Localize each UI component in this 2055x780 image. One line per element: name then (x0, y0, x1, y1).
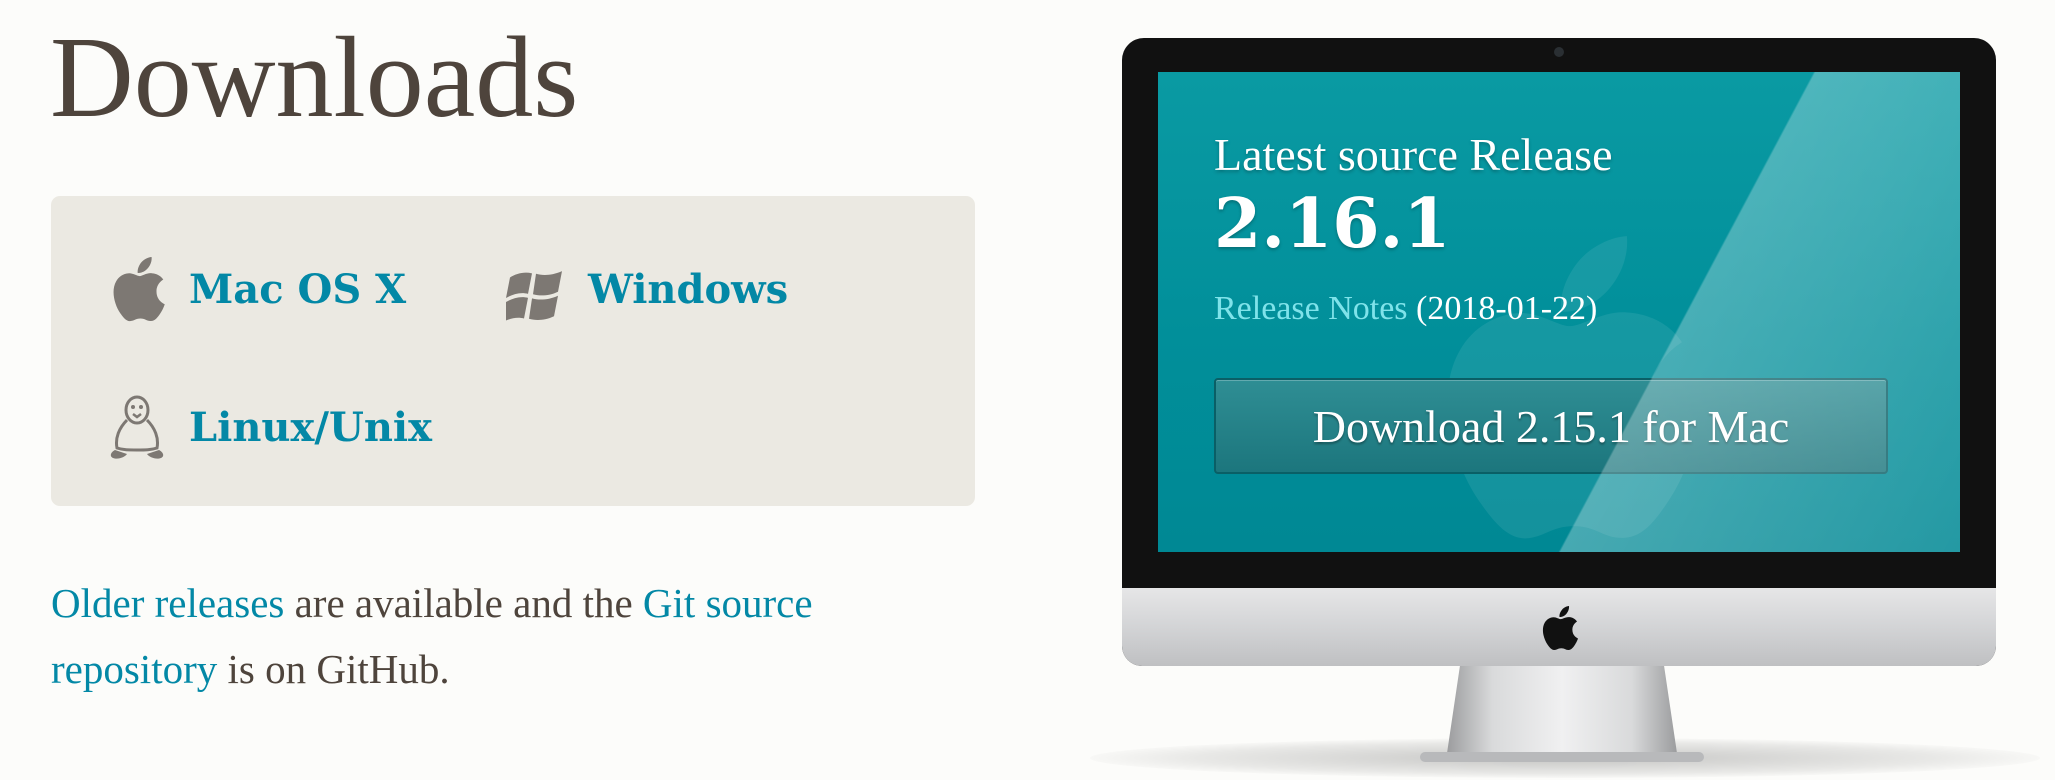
monitor-screen: Latest source Release 2.16.1 Release Not… (1158, 72, 1960, 552)
older-releases-paragraph: Older releases are available and the Git… (51, 570, 951, 702)
mac-os-x-label: Mac OS X (189, 265, 407, 313)
latest-release-heading: Latest source Release (1214, 129, 1613, 180)
linux-unix-label: Linux/Unix (189, 403, 432, 451)
imac-monitor: Latest source Release 2.16.1 Release Not… (1122, 38, 1996, 666)
windows-label: Windows (588, 265, 789, 313)
apple-logo-icon (1542, 606, 1578, 651)
linux-unix-download-link[interactable]: Linux/Unix (107, 392, 432, 462)
platform-downloads-box: Mac OS X Windows Linux/Unix (51, 196, 975, 506)
download-for-mac-button[interactable]: Download 2.15.1 for Mac (1214, 378, 1888, 474)
monitor-stand-base (1420, 752, 1704, 762)
monitor-stand (1446, 666, 1678, 760)
release-notes-row: Release Notes (2018-01-22) (1214, 290, 1597, 328)
page-title: Downloads (50, 14, 579, 142)
mac-os-x-download-link[interactable]: Mac OS X (107, 254, 406, 324)
github-text: is on GitHub. (217, 646, 450, 692)
tux-penguin-icon (107, 392, 167, 462)
camera (1554, 47, 1564, 57)
release-version: 2.16.1 (1214, 184, 1451, 264)
apple-icon (107, 254, 167, 324)
older-releases-text: are available and the (284, 580, 643, 626)
windows-download-link[interactable]: Windows (506, 254, 788, 324)
windows-icon (506, 254, 566, 324)
release-notes-link[interactable]: Release Notes (1214, 290, 1408, 327)
monitor-chin (1122, 588, 1996, 666)
release-date: (2018-01-22) (1407, 290, 1598, 327)
older-releases-link[interactable]: Older releases (51, 580, 284, 626)
